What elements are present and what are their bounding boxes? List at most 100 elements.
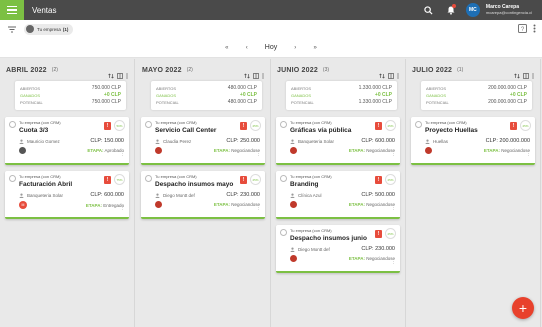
card-more-icon[interactable]: ⋮ xyxy=(256,151,261,157)
ganados-value: +0 CLP xyxy=(509,92,527,98)
card-select-radio[interactable] xyxy=(280,229,287,236)
column-title: JULIO 2022 xyxy=(412,66,453,74)
card-client-name: Banqueteria Solar xyxy=(298,138,335,144)
column-header: JULIO 2022 (1) xyxy=(406,59,540,81)
card-client: Banqueteria Solar xyxy=(19,193,63,198)
card-client: Banqueteria Solar xyxy=(290,139,334,144)
column-toggle-icon[interactable] xyxy=(523,66,529,84)
column-3: JULIO 2022 (1) ABIERTOS 200.000.000 CLP G… xyxy=(406,59,541,327)
stage-label: ETAPA: xyxy=(348,148,365,153)
column-toggle-icon[interactable] xyxy=(388,66,394,84)
stage-label: ETAPA: xyxy=(213,148,230,153)
column-header: ABRIL 2022 (2) xyxy=(0,59,134,81)
card-more-icon[interactable]: ⋮ xyxy=(391,151,396,157)
progress-ring: 25% xyxy=(385,228,396,239)
column-2: JUNIO 2022 (3) ABIERTOS 1.330.000 CLP GAN… xyxy=(271,59,406,327)
card-stage: ETAPA: Negociandose xyxy=(349,148,395,153)
add-button[interactable]: + xyxy=(512,297,534,319)
sort-icon[interactable] xyxy=(108,66,114,84)
column-toggle-icon[interactable] xyxy=(253,66,259,84)
card-client: Huellas xyxy=(425,139,448,144)
column-count: (2) xyxy=(186,67,193,73)
card-more-icon[interactable]: ⋮ xyxy=(391,259,396,265)
card-select-radio[interactable] xyxy=(280,175,287,182)
card-more-icon[interactable]: ⋮ xyxy=(391,205,396,211)
column-header: JUNIO 2022 (3) xyxy=(271,59,405,81)
deal-card[interactable]: Tu empresa (con CRM) Facturación Abril !… xyxy=(5,171,129,219)
card-amount: CLP: 230.000 xyxy=(361,246,395,252)
card-more-icon[interactable]: ⋮ xyxy=(120,205,125,211)
potencial-value: 480.000 CLP xyxy=(227,99,257,105)
menu-icon[interactable] xyxy=(0,0,24,20)
card-more-icon[interactable]: ⋮ xyxy=(256,205,261,211)
column-more-icon[interactable] xyxy=(532,66,534,84)
client-icon xyxy=(290,193,295,198)
card-more-icon[interactable]: ⋮ xyxy=(526,151,531,157)
more-vert-icon[interactable] xyxy=(533,20,536,38)
column-header: MAYO 2022 (2) xyxy=(136,59,270,81)
deal-card[interactable]: Tu empresa (con CRM) Gráficas vía públic… xyxy=(276,117,400,165)
client-icon xyxy=(155,193,160,198)
help-icon[interactable]: ? xyxy=(518,20,527,38)
first-page-button[interactable]: « xyxy=(217,45,237,51)
last-page-button[interactable]: » xyxy=(305,45,325,51)
deal-card[interactable]: Tu empresa (con CRM) Branding ! 25% Clín… xyxy=(276,171,400,219)
card-client-name: Huellas xyxy=(433,138,449,144)
client-icon xyxy=(155,139,160,144)
company-filter-chip[interactable]: Tu empresa (1) xyxy=(24,23,74,35)
column-more-icon[interactable] xyxy=(126,66,128,84)
ganados-label: GANADOS xyxy=(291,93,312,98)
avatar[interactable]: MC xyxy=(465,3,480,17)
card-amount: CLP: 500.000 xyxy=(361,192,395,198)
filter-icon[interactable] xyxy=(8,20,16,38)
progress-ring: 25% xyxy=(250,174,261,185)
deal-card[interactable]: Tu empresa (con CRM) Despacho insumos ju… xyxy=(276,225,400,273)
person-icon xyxy=(155,201,162,208)
person-icon xyxy=(290,201,297,208)
progress-ring: 25% xyxy=(520,120,531,131)
date-navigation: « ‹ Hoy › » xyxy=(0,38,542,58)
prev-page-button[interactable]: ‹ xyxy=(237,45,257,51)
card-select-radio[interactable] xyxy=(415,121,422,128)
sort-icon[interactable] xyxy=(244,66,250,84)
card-more-icon[interactable]: ⋮ xyxy=(120,151,125,157)
flag-icon: ! xyxy=(240,176,247,184)
card-select-radio[interactable] xyxy=(145,175,152,182)
ganados-value: +0 CLP xyxy=(374,92,392,98)
column-more-icon[interactable] xyxy=(262,66,264,84)
card-select-radio[interactable] xyxy=(280,121,287,128)
card-select-radio[interactable] xyxy=(145,121,152,128)
column-summary: ABIERTOS 750.000 CLP GANADOS +0 CLP POTENC… xyxy=(15,81,126,110)
next-page-button[interactable]: › xyxy=(285,45,305,51)
person-icon xyxy=(290,255,297,262)
sort-icon[interactable] xyxy=(379,66,385,84)
deal-card[interactable]: Tu empresa (con CRM) Proyecto Huellas ! … xyxy=(411,117,535,165)
card-amount: CLP: 150.000 xyxy=(90,138,124,144)
card-client-name: Claudia Perez xyxy=(163,138,192,144)
stage-label: ETAPA: xyxy=(348,202,365,207)
deal-card[interactable]: Tu empresa (con CRM) Cuota 3/3 ! 50% Mau… xyxy=(5,117,129,165)
user-info[interactable]: Marco Carepa mcarepa@contingencia.cl xyxy=(486,5,532,15)
column-1: MAYO 2022 (2) ABIERTOS 480.000 CLP GANADO… xyxy=(136,59,271,327)
potencial-label: POTENCIAL xyxy=(156,100,179,105)
today-button[interactable]: Hoy xyxy=(265,44,277,51)
column-toggle-icon[interactable] xyxy=(117,66,123,84)
bell-icon[interactable] xyxy=(440,0,462,20)
deal-card[interactable]: Tu empresa (con CRM) Despacho insumos ma… xyxy=(141,171,265,219)
chip-label: Tu empresa xyxy=(37,26,61,32)
company-icon xyxy=(26,25,34,33)
card-select-radio[interactable] xyxy=(9,175,16,182)
sort-icon[interactable] xyxy=(514,66,520,84)
card-client-name: Clínica Azul xyxy=(298,192,322,198)
abiertos-value: 1.330.000 CLP xyxy=(358,85,392,91)
card-client: Claudia Perez xyxy=(155,139,191,144)
column-more-icon[interactable] xyxy=(397,66,399,84)
search-icon[interactable] xyxy=(418,0,440,20)
column-summary: ABIERTOS 480.000 CLP GANADOS +0 CLP POTENC… xyxy=(151,81,262,110)
card-client-name: Banqueteria Solar xyxy=(27,192,64,198)
card-select-radio[interactable] xyxy=(9,121,16,128)
client-icon xyxy=(19,139,24,144)
deal-card[interactable]: Tu empresa (con CRM) Servicio Call Cente… xyxy=(141,117,265,165)
ganados-value: +0 CLP xyxy=(103,92,121,98)
potencial-label: POTENCIAL xyxy=(291,100,314,105)
